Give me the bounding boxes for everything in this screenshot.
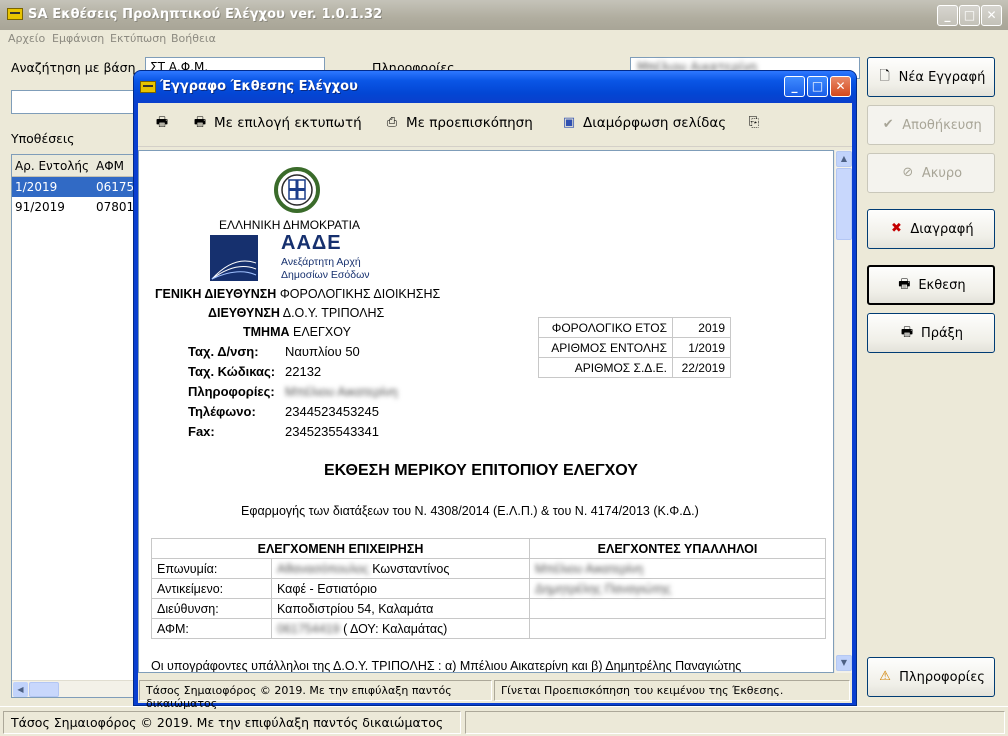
list-scrollbar[interactable]: ◀ bbox=[12, 680, 134, 697]
info-button[interactable]: ⚠ Πληροφορίες bbox=[867, 657, 995, 697]
search-input[interactable] bbox=[11, 90, 135, 114]
child-status-copyright: Τάσος Σημαιοφόρος © 2019. Με την επιφύλα… bbox=[139, 680, 492, 710]
report-button[interactable]: 🖶 Εκθεση bbox=[867, 265, 995, 305]
general-directorate: ΓΕΝΙΚΗ ΔΙΕΥΘΥΝΣΗ ΦΟΡΟΛΟΓΙΚΗΣ ΔΙΟΙΚΗΣΗΣ bbox=[155, 287, 441, 301]
child-title-bar: Έγγραφο Έκθεσης Ελέγχου _ □ ✕ bbox=[134, 71, 856, 103]
republic-label: ΕΛΛΗΝΙΚΗ ΔΗΜΟΚΡΑΤΙΑ bbox=[219, 218, 360, 232]
col-entoli[interactable]: Αρ. Εντολής bbox=[15, 159, 89, 173]
address-value: Ναυπλίου 50 bbox=[285, 344, 360, 359]
col-afm[interactable]: ΑΦΜ bbox=[96, 159, 124, 173]
print-button[interactable]: 🖶 bbox=[154, 115, 170, 131]
status-copyright: Τάσος Σημαιοφόρος © 2019. Με την επιφύλα… bbox=[3, 711, 461, 734]
aade-name: ΑΑΔΕ bbox=[281, 232, 342, 254]
inspection-table: ΕΛΕΓΧΟΜΕΝΗ ΕΠΙΧΕΙΡΗΣΗ ΕΛΕΓΧΟΝΤΕΣ ΥΠΑΛΛΗΛ… bbox=[151, 538, 826, 639]
scroll-down-icon[interactable]: ▼ bbox=[836, 655, 852, 671]
greek-emblem-icon bbox=[274, 167, 320, 213]
printer-icon: 🖶 bbox=[900, 325, 914, 340]
scroll-thumb[interactable] bbox=[836, 168, 852, 240]
close-button[interactable]: ✕ bbox=[981, 5, 1002, 26]
status-panel bbox=[465, 711, 1005, 734]
doc-app-icon bbox=[140, 81, 156, 93]
app-icon bbox=[7, 8, 23, 20]
address-label: Ταχ. Δ/νση: bbox=[188, 344, 259, 359]
menu-help[interactable]: Βοήθεια bbox=[171, 32, 216, 45]
directorate: ΔΙΕΥΘΥΝΣΗ Δ.Ο.Υ. ΤΡΙΠΟΛΗΣ bbox=[208, 306, 385, 320]
cancel-icon: ⊘ bbox=[902, 165, 914, 180]
app-title: SA Εκθέσεις Προληπτικού Ελέγχου ver. 1.0… bbox=[28, 7, 383, 22]
phone-value: 2344523453245 bbox=[285, 404, 379, 419]
print-preview-button[interactable]: ⎙ Με προεπισκόπηση bbox=[384, 115, 533, 131]
export-icon: ⎘ bbox=[748, 115, 760, 130]
report-document-window: Έγγραφο Έκθεσης Ελέγχου _ □ ✕ 🖶 🖶 Με επι… bbox=[133, 70, 857, 710]
printer-icon: 🖶 bbox=[193, 115, 207, 130]
child-title: Έγγραφο Έκθεσης Ελέγχου bbox=[160, 79, 358, 94]
save-button[interactable]: ✔ Αποθήκευση bbox=[867, 105, 995, 145]
maximize-button[interactable]: □ bbox=[959, 5, 980, 26]
department: ΤΜΗΜΑ ΕΛΕΓΧΟΥ bbox=[243, 325, 351, 339]
scroll-thumb[interactable] bbox=[29, 682, 59, 697]
search-label: Αναζήτηση με βάση bbox=[11, 60, 136, 75]
report-heading: ΕΚΘΕΣΗ ΜΕΡΙΚΟΥ ΕΠΙΤΟΠΙΟΥ ΕΛΕΓΧΟΥ bbox=[324, 462, 638, 479]
list-header: Αρ. Εντολής ΑΦΜ bbox=[12, 155, 134, 177]
scroll-left-icon[interactable]: ◀ bbox=[13, 682, 28, 697]
child-minimize-button[interactable]: _ bbox=[784, 76, 805, 97]
print-choose-button[interactable]: 🖶 Με επιλογή εκτυπωτή bbox=[192, 115, 362, 131]
fax-value: 2345235543341 bbox=[285, 424, 379, 439]
delete-button[interactable]: ✖ Διαγραφή bbox=[867, 209, 995, 249]
page-setup-icon: ▣ bbox=[562, 115, 576, 130]
new-document-icon: 🗋 bbox=[879, 69, 890, 84]
body-text: Οι υπογράφοντες υπάλληλοι της Δ.Ο.Υ. ΤΡΙ… bbox=[151, 659, 742, 673]
aade-sub2: Δημοσίων Εσόδων bbox=[281, 269, 370, 281]
menu-bar: Αρχείο Εμφάνιση Εκτύπωση Βοήθεια bbox=[0, 30, 1008, 48]
info-doc-value: Μπέλιου Αικατερίνη bbox=[285, 384, 398, 399]
info-doc-label: Πληροφορίες: bbox=[188, 384, 275, 399]
document-preview[interactable]: ΕΛΛΗΝΙΚΗ ΔΗΜΟΚΡΑΤΙΑ ΑΑΔΕ Ανεξάρτητη Αρχή… bbox=[138, 150, 834, 673]
phone-label: Τηλέφωνο: bbox=[188, 404, 256, 419]
menu-view[interactable]: Εμφάνιση bbox=[52, 32, 104, 45]
deed-button[interactable]: 🖶 Πράξη bbox=[867, 313, 995, 353]
child-status-message: Γίνεται Προεπισκόπηση του κειμένου της Έ… bbox=[494, 680, 850, 701]
child-body: 🖶 🖶 Με επιλογή εκτυπωτή ⎙ Με προεπισκόπη… bbox=[138, 103, 852, 710]
export-button[interactable]: ⎘ bbox=[746, 115, 762, 131]
zip-label: Ταχ. Κώδικας: bbox=[188, 364, 276, 379]
menu-file[interactable]: Αρχείο bbox=[8, 32, 45, 45]
report-subheading: Εφαρμογής των διατάξεων του Ν. 4308/2014… bbox=[241, 504, 699, 518]
checkmark-icon: ✔ bbox=[882, 117, 894, 132]
child-maximize-button[interactable]: □ bbox=[807, 76, 828, 97]
main-title-bar: SA Εκθέσεις Προληπτικού Ελέγχου ver. 1.0… bbox=[0, 0, 1008, 30]
zip-value: 22132 bbox=[285, 364, 322, 379]
document-toolbar: 🖶 🖶 Με επιλογή εκτυπωτή ⎙ Με προεπισκόπη… bbox=[138, 103, 852, 147]
cases-label: Υποθέσεις bbox=[11, 131, 75, 146]
cases-list[interactable]: Αρ. Εντολής ΑΦΜ 1/2019 061754 91/2019 07… bbox=[11, 154, 135, 698]
list-item[interactable]: 1/2019 061754 bbox=[12, 177, 134, 197]
aade-sub1: Ανεξάρτητη Αρχή bbox=[281, 256, 361, 268]
document-scrollbar[interactable]: ▲ ▼ bbox=[834, 150, 852, 673]
cancel-button[interactable]: ⊘ Ακυρο bbox=[867, 153, 995, 193]
meta-table: ΦΟΡΟΛΟΓΙΚΟ ΕΤΟΣ 2019 ΑΡΙΘΜΟΣ ΕΝΤΟΛΗΣ 1/201… bbox=[538, 317, 731, 378]
delete-x-icon: ✖ bbox=[890, 221, 902, 236]
child-status-bar: Τάσος Σημαιοφόρος © 2019. Με την επιφύλα… bbox=[138, 677, 852, 710]
warning-icon: ⚠ bbox=[879, 669, 891, 684]
preview-icon: ⎙ bbox=[386, 115, 398, 130]
aade-logo-icon bbox=[210, 235, 258, 281]
status-bar: Τάσος Σημαιοφόρος © 2019. Με την επιφύλα… bbox=[0, 706, 1008, 736]
page-setup-button[interactable]: ▣ Διαμόρφωση σελίδας bbox=[561, 115, 726, 131]
minimize-button[interactable]: _ bbox=[937, 5, 958, 26]
list-item[interactable]: 91/2019 078013 bbox=[12, 197, 134, 217]
printer-icon: 🖶 bbox=[155, 115, 169, 130]
fax-label: Fax: bbox=[188, 424, 215, 439]
new-record-button[interactable]: 🗋 Νέα Εγγραφή bbox=[867, 57, 995, 97]
scroll-up-icon[interactable]: ▲ bbox=[836, 151, 852, 167]
child-close-button[interactable]: ✕ bbox=[830, 76, 851, 97]
menu-print[interactable]: Εκτύπωση bbox=[110, 32, 166, 45]
printer-icon: 🖶 bbox=[898, 277, 911, 292]
